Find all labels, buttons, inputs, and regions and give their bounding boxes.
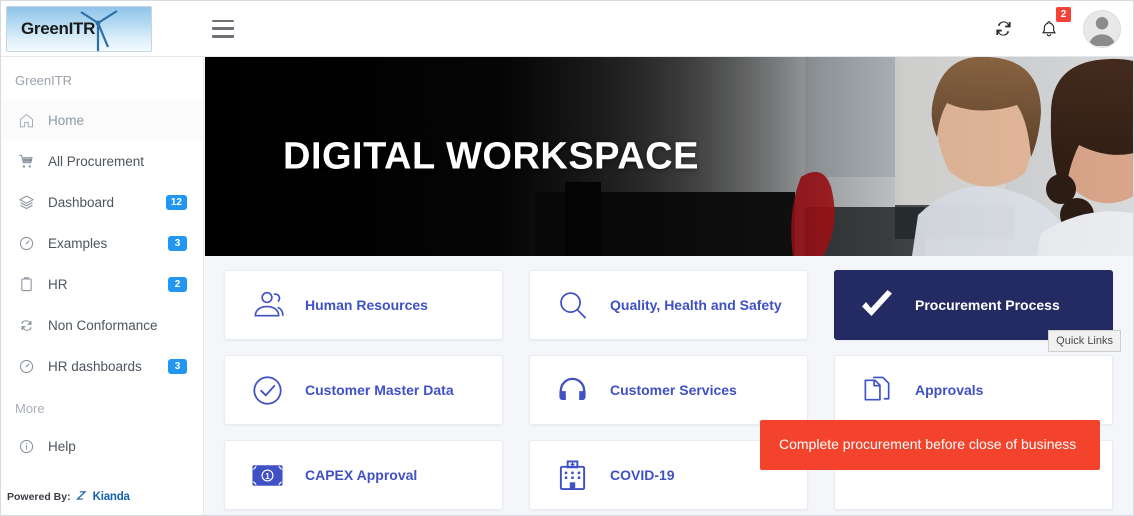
sidebar-item-label: Help — [48, 439, 76, 454]
tile-approvals[interactable]: Approvals — [834, 355, 1113, 425]
notifications-button[interactable]: 2 — [1037, 6, 1071, 42]
tile-human-resources[interactable]: Human Resources — [224, 270, 503, 340]
sidebar: GreenITR Home All Procurement Dashboard … — [1, 57, 204, 515]
main-content: DIGITAL WORKSPACE Human Resources Qualit… — [205, 57, 1133, 515]
tile-procurement-process[interactable]: Procurement Process Quick Links — [834, 270, 1121, 352]
kianda-logo-icon — [75, 491, 87, 500]
tile-capex-approval[interactable]: 1 CAPEX Approval — [224, 440, 503, 510]
sidebar-item-hr-dashboards[interactable]: HR dashboards 3 — [1, 346, 203, 387]
sidebar-item-label: HR — [48, 277, 68, 292]
tile-label: Customer Master Data — [305, 382, 454, 398]
tile-label: COVID-19 — [610, 467, 675, 483]
headset-icon — [552, 374, 592, 407]
layers-icon — [18, 194, 39, 211]
hero-title: DIGITAL WORKSPACE — [283, 135, 699, 177]
tile-customer-master-data[interactable]: Customer Master Data — [224, 355, 503, 425]
hamburger-menu-icon[interactable] — [212, 19, 234, 38]
top-bar: GreenITR 2 — [1, 1, 1133, 57]
documents-copy-icon — [857, 374, 897, 407]
sidebar-item-examples[interactable]: Examples 3 — [1, 223, 203, 264]
quick-links-tiles: Human Resources Quality, Health and Safe… — [205, 256, 1133, 510]
hero-banner: DIGITAL WORKSPACE — [205, 57, 1133, 256]
powered-by-footer: Powered By: Kianda — [7, 491, 130, 503]
gauge-icon — [18, 235, 39, 252]
tile-label: Approvals — [915, 382, 984, 398]
sync-icon — [18, 317, 39, 334]
magnifier-icon — [552, 289, 592, 322]
sidebar-item-badge: 12 — [165, 195, 187, 210]
refresh-icon — [995, 21, 1011, 36]
sidebar-section-label: More — [15, 401, 45, 416]
powered-by-label: Powered By: — [7, 491, 71, 503]
clipboard-icon — [18, 276, 39, 293]
sidebar-item-label: Non Conformance — [48, 318, 158, 333]
check-circle-icon — [247, 374, 287, 407]
brand-logo-text: GreenITR — [21, 18, 96, 38]
cart-icon — [18, 153, 39, 170]
sidebar-item-hr[interactable]: HR 2 — [1, 264, 203, 305]
tile-label: Human Resources — [305, 297, 428, 313]
hospital-icon — [552, 459, 592, 492]
refresh-button[interactable] — [991, 16, 1015, 42]
sidebar-item-badge: 3 — [168, 236, 187, 251]
tile-quality-health-and-safety[interactable]: Quality, Health and Safety — [529, 270, 808, 340]
tile-label: Customer Services — [610, 382, 737, 398]
top-bar-actions: 2 — [991, 6, 1121, 48]
info-circle-icon — [18, 438, 39, 455]
sidebar-item-label: Dashboard — [48, 195, 115, 210]
quick-links-tooltip: Quick Links — [1048, 330, 1121, 352]
tile-label: Quality, Health and Safety — [610, 297, 782, 313]
vendor-name: Kianda — [92, 491, 130, 503]
home-icon — [18, 112, 39, 129]
sidebar-item-label: Home — [48, 113, 85, 128]
tile-label: Procurement Process — [915, 297, 1060, 313]
check-icon — [857, 290, 897, 320]
tile-customer-services[interactable]: Customer Services — [529, 355, 808, 425]
svg-text:1: 1 — [265, 472, 270, 481]
tile-label: CAPEX Approval — [305, 467, 418, 483]
notification-count-badge: 2 — [1056, 6, 1071, 22]
user-avatar[interactable] — [1083, 9, 1121, 48]
gauge-icon — [18, 358, 39, 375]
sidebar-item-home[interactable]: Home — [1, 100, 203, 141]
brand-logo[interactable]: GreenITR — [6, 5, 152, 52]
sidebar-item-non-conformance[interactable]: Non Conformance — [1, 305, 203, 346]
sidebar-item-label: Examples — [48, 236, 108, 251]
sidebar-item-label: All Procurement — [48, 154, 145, 169]
people-icon — [247, 289, 287, 322]
sidebar-item-dashboard[interactable]: Dashboard 12 — [1, 182, 203, 223]
notification-toast[interactable]: Complete procurement before close of bus… — [760, 420, 1100, 470]
banknote-icon: 1 — [247, 462, 287, 489]
hamburger-bar — [212, 35, 234, 38]
application-window: GreenITR 2 GreenITR Home All Procurement… — [0, 0, 1134, 516]
hamburger-bar — [212, 19, 234, 22]
hamburger-bar — [212, 27, 234, 30]
sidebar-item-badge: 2 — [168, 277, 187, 292]
sidebar-item-all-procurement[interactable]: All Procurement — [1, 141, 203, 182]
sidebar-item-badge: 3 — [168, 359, 187, 374]
sidebar-title: GreenITR — [15, 73, 73, 88]
sidebar-item-help[interactable]: Help — [1, 426, 203, 467]
user-avatar-icon — [1089, 16, 1115, 46]
sidebar-item-label: HR dashboards — [48, 359, 142, 374]
